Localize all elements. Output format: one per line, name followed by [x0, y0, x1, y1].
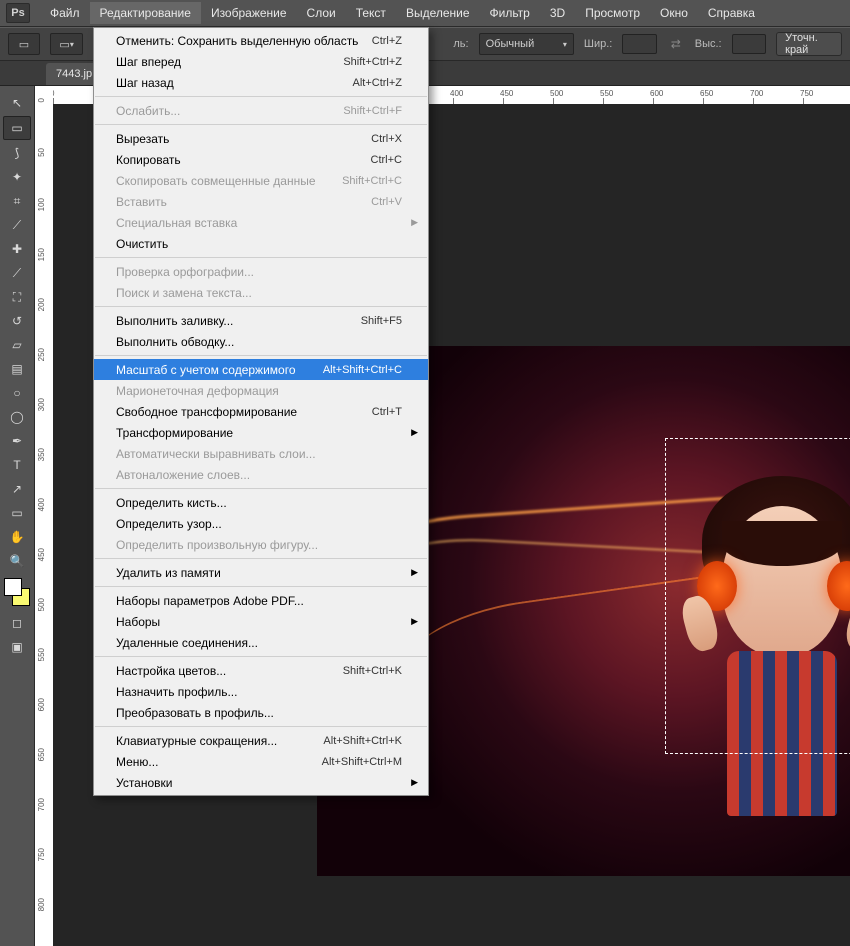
- menu-item[interactable]: КопироватьCtrl+C: [94, 149, 428, 170]
- tool-brush[interactable]: ⟋: [4, 262, 30, 284]
- menu-item[interactable]: Очистить: [94, 233, 428, 254]
- menubar-item-9[interactable]: Окно: [650, 2, 698, 24]
- menu-item: Поиск и замена текста...: [94, 282, 428, 303]
- menu-item[interactable]: Масштаб с учетом содержимогоAlt+Shift+Ct…: [94, 359, 428, 380]
- menu-item: ВставитьCtrl+V: [94, 191, 428, 212]
- menubar-item-0[interactable]: Файл: [40, 2, 90, 24]
- menubar-item-1[interactable]: Редактирование: [90, 2, 201, 24]
- tool-crop[interactable]: ⌗: [4, 190, 30, 212]
- width-label: Шир.:: [584, 38, 612, 50]
- tool-preset-icon[interactable]: ▭: [8, 33, 40, 55]
- menu-item[interactable]: Определить кисть...: [94, 492, 428, 513]
- menu-item[interactable]: Наборы параметров Adobe PDF...: [94, 590, 428, 611]
- blend-label: ль:: [453, 38, 468, 50]
- tool-path[interactable]: ↗: [4, 478, 30, 500]
- menubar-item-2[interactable]: Изображение: [201, 2, 297, 24]
- menu-item[interactable]: Наборы▶: [94, 611, 428, 632]
- tool-healing[interactable]: ✚: [4, 238, 30, 260]
- menu-item[interactable]: Назначить профиль...: [94, 681, 428, 702]
- tool-hand[interactable]: ✋: [4, 526, 30, 548]
- menubar-item-4[interactable]: Текст: [346, 2, 396, 24]
- tool-pen[interactable]: ✒: [4, 430, 30, 452]
- foreground-color[interactable]: [4, 578, 22, 596]
- refine-edge-button[interactable]: Уточн. край: [776, 32, 842, 56]
- menu-item[interactable]: Шаг назадAlt+Ctrl+Z: [94, 72, 428, 93]
- menubar-item-3[interactable]: Слои: [297, 2, 346, 24]
- blend-mode-select[interactable]: Обычный▾: [479, 33, 574, 55]
- tool-stamp[interactable]: ⛶: [4, 286, 30, 308]
- menu-item: Автоналожение слоев...: [94, 464, 428, 485]
- app-logo: Ps: [6, 3, 30, 23]
- selection-marquee[interactable]: [665, 438, 850, 754]
- height-input[interactable]: [732, 34, 767, 54]
- tool-history-brush[interactable]: ↺: [4, 310, 30, 332]
- tool-move[interactable]: ↖: [4, 92, 30, 114]
- ruler-vertical: 0501001502002503003504004505005506006507…: [35, 86, 53, 946]
- edit-menu-dropdown: Отменить: Сохранить выделенную областьCt…: [93, 27, 429, 796]
- menu-item: Марионеточная деформация: [94, 380, 428, 401]
- menu-item[interactable]: Выполнить обводку...: [94, 331, 428, 352]
- menu-item[interactable]: Клавиатурные сокращения...Alt+Shift+Ctrl…: [94, 730, 428, 751]
- tool-dodge[interactable]: ◯: [4, 406, 30, 428]
- menu-item[interactable]: Установки▶: [94, 772, 428, 793]
- menu-item[interactable]: Свободное трансформированиеCtrl+T: [94, 401, 428, 422]
- screenmode-icon[interactable]: ▣: [4, 636, 30, 658]
- tool-shape[interactable]: ▭: [4, 502, 30, 524]
- menubar-item-6[interactable]: Фильтр: [480, 2, 540, 24]
- tool-blur[interactable]: ○: [4, 382, 30, 404]
- menubar-item-5[interactable]: Выделение: [396, 2, 480, 24]
- menu-item[interactable]: Определить узор...: [94, 513, 428, 534]
- tool-lasso[interactable]: ⟆: [4, 142, 30, 164]
- menu-item[interactable]: Настройка цветов...Shift+Ctrl+K: [94, 660, 428, 681]
- menu-item: Скопировать совмещенные данныеShift+Ctrl…: [94, 170, 428, 191]
- tool-marquee[interactable]: ▭: [3, 116, 31, 140]
- menu-item[interactable]: Меню...Alt+Shift+Ctrl+M: [94, 751, 428, 772]
- menu-item: Проверка орфографии...: [94, 261, 428, 282]
- width-input[interactable]: [622, 34, 657, 54]
- tool-eraser[interactable]: ▱: [4, 334, 30, 356]
- menu-item: Автоматически выравнивать слои...: [94, 443, 428, 464]
- menubar: Ps ФайлРедактированиеИзображениеСлоиТекс…: [0, 0, 850, 27]
- height-label: Выс.:: [695, 38, 722, 50]
- menu-item[interactable]: ВырезатьCtrl+X: [94, 128, 428, 149]
- quickmask-icon[interactable]: ◻: [4, 612, 30, 634]
- tool-zoom[interactable]: 🔍: [4, 550, 30, 572]
- menubar-item-7[interactable]: 3D: [540, 2, 575, 24]
- swap-dimensions-icon[interactable]: ⇄: [667, 34, 685, 54]
- marquee-shape-selector[interactable]: ▭ ▾: [50, 33, 84, 55]
- menu-item[interactable]: Отменить: Сохранить выделенную областьCt…: [94, 30, 428, 51]
- menu-item[interactable]: Выполнить заливку...Shift+F5: [94, 310, 428, 331]
- menu-item[interactable]: Преобразовать в профиль...: [94, 702, 428, 723]
- toolbox: ↖▭⟆✦⌗⟋✚⟋⛶↺▱▤○◯✒T↗▭✋🔍 ◻ ▣: [0, 86, 35, 946]
- tool-gradient[interactable]: ▤: [4, 358, 30, 380]
- menu-item[interactable]: Удаленные соединения...: [94, 632, 428, 653]
- menubar-item-10[interactable]: Справка: [698, 2, 765, 24]
- menu-item: Определить произвольную фигуру...: [94, 534, 428, 555]
- tool-magic-wand[interactable]: ✦: [4, 166, 30, 188]
- menubar-item-8[interactable]: Просмотр: [575, 2, 650, 24]
- menu-item[interactable]: Трансформирование▶: [94, 422, 428, 443]
- menu-item: Специальная вставка▶: [94, 212, 428, 233]
- menu-item[interactable]: Шаг впередShift+Ctrl+Z: [94, 51, 428, 72]
- tool-type[interactable]: T: [4, 454, 30, 476]
- color-wells[interactable]: [4, 578, 30, 606]
- tool-eyedropper[interactable]: ⟋: [4, 214, 30, 236]
- menu-item: Ослабить...Shift+Ctrl+F: [94, 100, 428, 121]
- menu-item[interactable]: Удалить из памяти▶: [94, 562, 428, 583]
